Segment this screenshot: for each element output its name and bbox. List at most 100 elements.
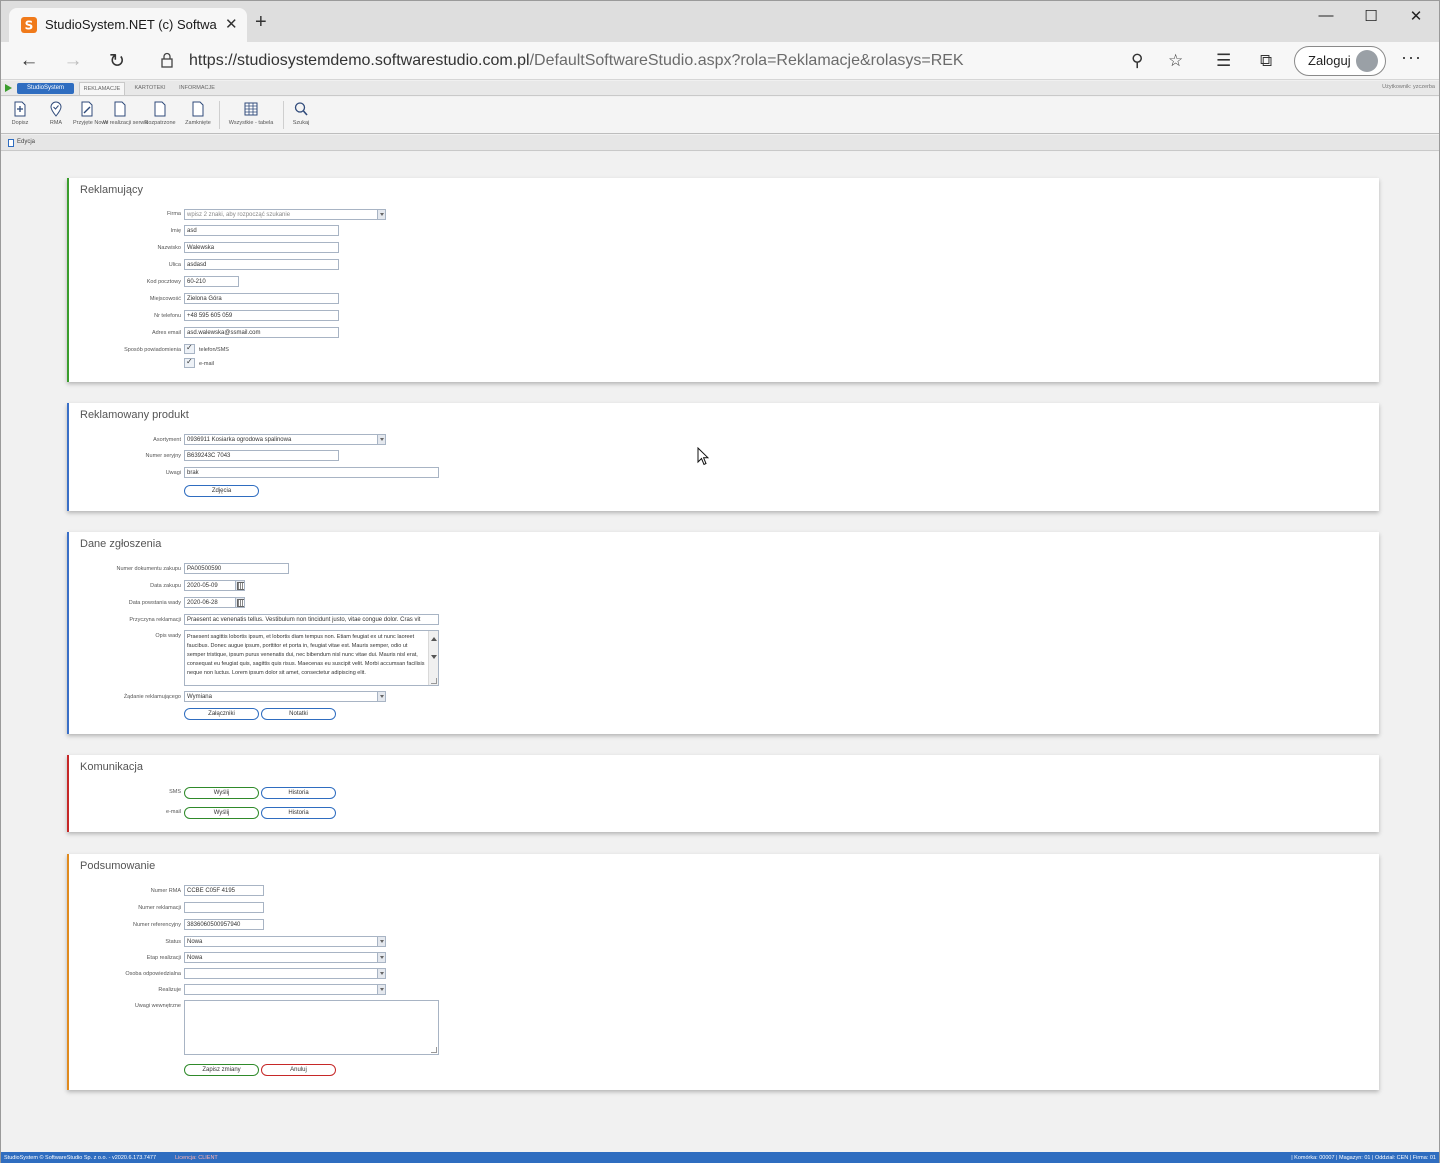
browser-window: S StudioSystem.NET (c) SoftwareStudio ✕ … <box>0 0 1440 1163</box>
calendar-icon[interactable] <box>235 598 244 607</box>
osoba-combobox[interactable] <box>184 968 386 979</box>
browser-tab[interactable]: S StudioSystem.NET (c) SoftwareStudio ✕ <box>9 8 247 42</box>
ribbon-all-table-button[interactable]: Wszystkie - tabela <box>225 101 277 126</box>
asortyment-combobox[interactable]: 0936911 Kosiarka ogrodowa spalinowa <box>184 434 386 445</box>
field-label: Sposób powiadomienia <box>124 347 181 353</box>
ribbon-separator <box>219 101 220 129</box>
location-icon <box>50 101 62 117</box>
new-tab-icon[interactable]: + <box>255 11 267 34</box>
document-icon <box>114 101 126 117</box>
send-sms-button[interactable]: Wyślij <box>184 787 259 799</box>
sms-checkbox[interactable] <box>184 343 195 354</box>
url-host: https://studiosystemdemo.softwarestudio.… <box>189 52 530 69</box>
studiosystem-favicon-icon: S <box>21 17 37 33</box>
numer-rma-input[interactable]: CCBE C05F 4195 <box>184 885 264 896</box>
chevron-down-icon[interactable] <box>377 937 385 946</box>
url-path: /DefaultSoftwareStudio.aspx?rola=Reklama… <box>529 52 964 69</box>
scroll-up-icon[interactable] <box>431 637 437 641</box>
zoom-icon[interactable]: ⚲ <box>1131 51 1143 71</box>
back-arrow-icon[interactable]: ← <box>15 50 43 72</box>
data-wady-input[interactable]: 2020-06-28 <box>184 597 245 608</box>
forward-arrow-icon[interactable]: → <box>59 50 87 72</box>
chevron-down-icon[interactable] <box>377 692 385 701</box>
numer-reklamacji-input[interactable] <box>184 902 264 913</box>
email-checkbox[interactable] <box>184 357 195 368</box>
tab-strip: S StudioSystem.NET (c) SoftwareStudio ✕ … <box>1 1 1439 42</box>
ribbon-reviewed-button[interactable]: Rozpatrzone <box>143 101 177 126</box>
imie-input[interactable]: asd <box>184 225 339 236</box>
tab-reklamacje[interactable]: REKLAMACJE <box>79 82 125 95</box>
textarea-scrollbar[interactable] <box>428 631 438 685</box>
play-icon[interactable] <box>5 84 12 92</box>
calendar-icon[interactable] <box>235 581 244 590</box>
scroll-down-icon[interactable] <box>431 655 437 659</box>
table-icon <box>244 102 258 116</box>
zadanie-value: Wymiana <box>187 694 212 700</box>
przyczyna-input[interactable]: Praesent ac venenatis tellus. Vestibulum… <box>184 614 439 625</box>
app-brand-button[interactable]: StudioSystem <box>17 83 74 94</box>
maximize-icon[interactable]: ☐ <box>1356 7 1386 25</box>
chevron-down-icon[interactable] <box>377 985 385 994</box>
sms-history-button[interactable]: Historia <box>261 787 336 799</box>
kod-pocztowy-input[interactable]: 60-210 <box>184 276 239 287</box>
ribbon-search-button[interactable]: Szukaj <box>289 101 313 126</box>
uwagi-wewnetrzne-textarea[interactable] <box>184 1000 439 1055</box>
refresh-icon[interactable]: ↻ <box>103 50 131 73</box>
ribbon-add-button[interactable]: Dopisz <box>7 101 33 126</box>
save-button[interactable]: Zapisz zmiany <box>184 1064 259 1076</box>
zalaczniki-button[interactable]: Załączniki <box>184 708 259 720</box>
cancel-button[interactable]: Anuluj <box>261 1064 336 1076</box>
login-button[interactable]: Zaloguj <box>1294 46 1386 76</box>
opis-wady-textarea[interactable]: Praesent sagittis lobortis ipsum, et lob… <box>184 630 439 686</box>
data-zakupu-input[interactable]: 2020-05-09 <box>184 580 245 591</box>
status-combobox[interactable]: Nowa <box>184 936 386 947</box>
send-email-button[interactable]: Wyślij <box>184 807 259 819</box>
zdjecia-button[interactable]: Zdjęcia <box>184 485 259 497</box>
etap-value: Nowa <box>187 955 203 961</box>
tab-close-icon[interactable]: ✕ <box>225 15 238 33</box>
chevron-down-icon[interactable] <box>377 953 385 962</box>
email-field[interactable]: asd.walewska@ssmail.com <box>184 327 339 338</box>
resize-grip-icon[interactable] <box>431 678 437 684</box>
email-history-button[interactable]: Historia <box>261 807 336 819</box>
svg-text:S: S <box>25 19 34 33</box>
ribbon-new-button[interactable]: Przyjęte Nowe <box>73 101 108 126</box>
chevron-down-icon[interactable] <box>377 435 385 444</box>
chevron-down-icon[interactable] <box>377 969 385 978</box>
field-label: Numer referencyjny <box>133 922 181 928</box>
search-icon <box>294 102 308 116</box>
numer-dokumentu-input[interactable]: PA00500590 <box>184 563 289 574</box>
url-text[interactable]: https://studiosystemdemo.softwarestudio.… <box>189 52 964 70</box>
numer-seryjny-input[interactable]: B639243C 7043 <box>184 450 339 461</box>
panel-title: Reklamowany produkt <box>80 409 189 421</box>
checkbox-label: e-mail <box>199 361 214 367</box>
session-info: | Komórka: 00007 | Magazyn: 01 | Oddział… <box>1291 1155 1436 1161</box>
tab-informacje[interactable]: INFORMACJE <box>175 82 219 95</box>
etap-combobox[interactable]: Nowa <box>184 952 386 963</box>
telefon-input[interactable]: +48 595 605 059 <box>184 310 339 321</box>
tab-kartoteki[interactable]: KARTOTEKI <box>129 82 171 95</box>
ribbon-rma-button[interactable]: RMA <box>43 101 69 126</box>
notatki-button[interactable]: Notatki <box>261 708 336 720</box>
collections-icon[interactable]: ⧉ <box>1260 51 1272 71</box>
resize-grip-icon[interactable] <box>431 1047 437 1053</box>
ribbon-closed-button[interactable]: Zamknięte <box>183 101 213 126</box>
chevron-down-icon[interactable] <box>377 210 385 219</box>
address-bar[interactable]: https://studiosystemdemo.softwarestudio.… <box>147 46 1199 76</box>
nazwisko-input[interactable]: Walewska <box>184 242 339 253</box>
ribbon-in-progress-button[interactable]: W realizacji serwis <box>103 101 148 126</box>
favorites-list-icon[interactable]: ☰ <box>1216 51 1231 71</box>
minimize-icon[interactable]: — <box>1311 7 1341 24</box>
field-label: e-mail <box>166 809 181 815</box>
window-close-icon[interactable]: ✕ <box>1401 7 1431 25</box>
zadanie-combobox[interactable]: Wymiana <box>184 691 386 702</box>
uwagi-input[interactable]: brak <box>184 467 439 478</box>
realizuje-combobox[interactable] <box>184 984 386 995</box>
miejscowosc-input[interactable]: Zielona Góra <box>184 293 339 304</box>
ulica-input[interactable]: asdasd <box>184 259 339 270</box>
panel-title: Dane zgłoszenia <box>80 538 162 550</box>
numer-referencyjny-input[interactable]: 3836060500957940 <box>184 919 264 930</box>
favorite-star-icon[interactable]: ☆ <box>1168 51 1183 71</box>
firma-combobox[interactable]: wpisz 2 znaki, aby rozpocząć szukanie <box>184 209 386 220</box>
more-menu-icon[interactable]: ··· <box>1401 47 1422 68</box>
